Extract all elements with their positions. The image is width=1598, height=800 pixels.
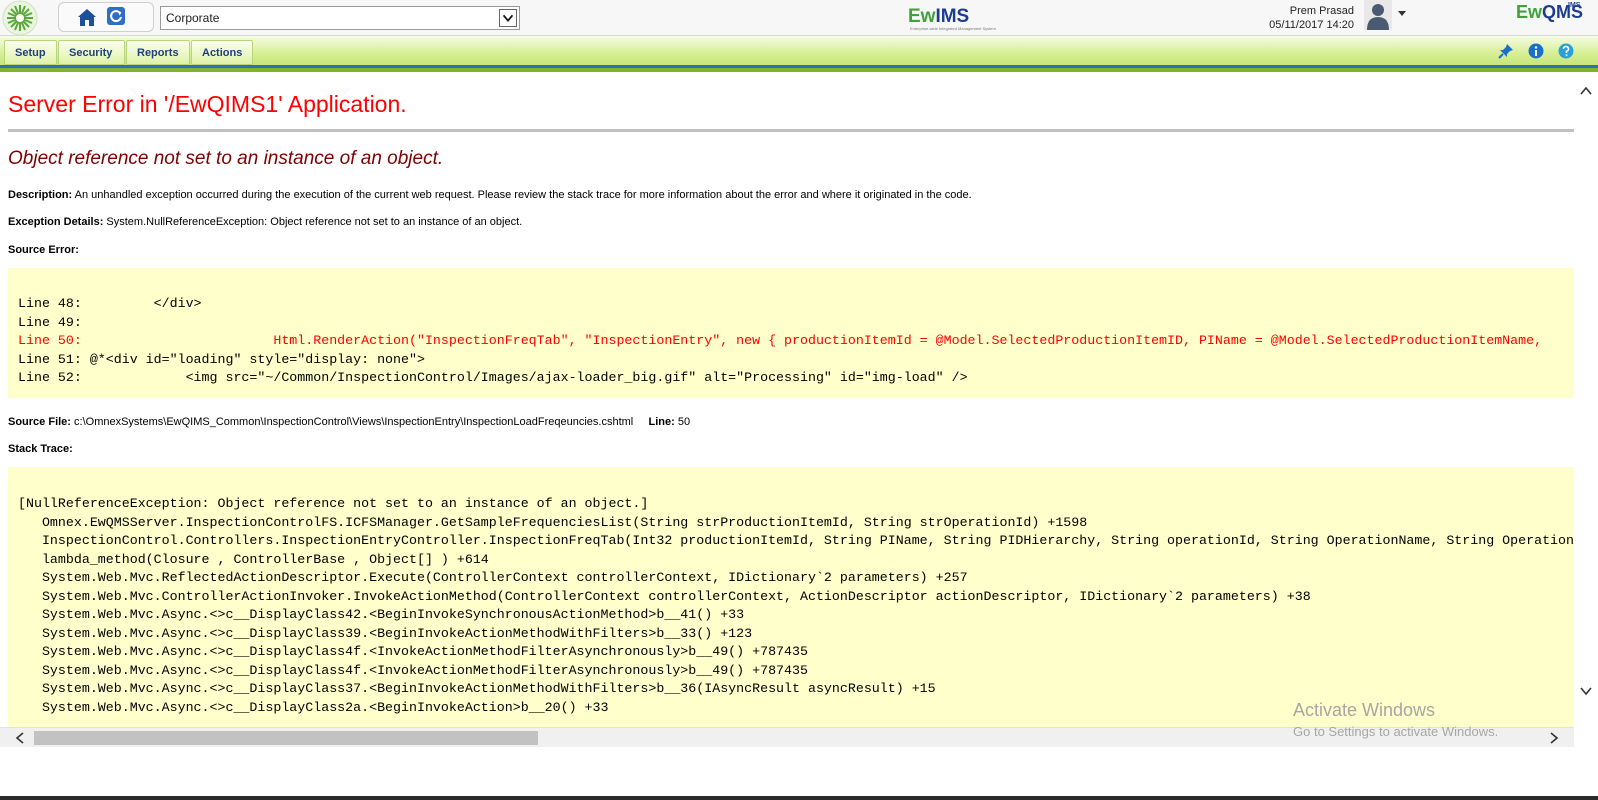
menu-item-security[interactable]: Security xyxy=(58,40,125,65)
line-number: 50 xyxy=(674,416,691,428)
exception-text: System.NullReferenceException: Object re… xyxy=(103,216,523,228)
user-avatar-icon[interactable] xyxy=(1364,0,1392,30)
description-label: Description: xyxy=(8,189,73,201)
menu-item-reports[interactable]: Reports xyxy=(126,40,190,65)
exception-details-line: Exception Details: System.NullReferenceE… xyxy=(8,216,522,228)
description-text: An unhandled exception occurred during t… xyxy=(72,189,972,201)
taskbar-edge xyxy=(0,796,1598,800)
main-menu-bar: Setup Security Reports Actions xyxy=(0,36,1598,72)
home-icon[interactable] xyxy=(76,6,98,28)
top-header: Corporate EwIMS Enterprise-wide Integrat… xyxy=(0,0,1598,36)
scroll-left-icon[interactable] xyxy=(14,732,26,744)
source-line: Line 49: xyxy=(18,314,82,330)
source-line: Line 52: <img src="~/Common/InspectionCo… xyxy=(18,370,968,385)
source-line-error: Line 50: Html.RenderAction("InspectionFr… xyxy=(18,333,1543,348)
chevron-down-icon[interactable] xyxy=(499,9,517,27)
source-line: Line 48: </div> xyxy=(18,296,202,311)
source-error-code-block: Line 48: </div> Line 49: Line 50: Html.R… xyxy=(8,268,1574,398)
stack-line: System.Web.Mvc.Async.<>c__DisplayClass4f… xyxy=(18,644,808,659)
source-line: Line 51: @*<div id="loading" style="disp… xyxy=(18,351,425,367)
stack-line: System.Web.Mvc.ControllerActionInvoker.I… xyxy=(18,588,1311,604)
organization-select-value: Corporate xyxy=(166,11,220,25)
line-label: Line: xyxy=(648,416,675,428)
ewims-logo-tagline: Enterprise-wide Integrated Management Sy… xyxy=(910,26,996,31)
app-logo-icon[interactable] xyxy=(0,0,40,36)
title-divider xyxy=(8,129,1574,132)
refresh-icon[interactable] xyxy=(106,6,126,26)
ewims-logo-ew: Ew xyxy=(908,6,936,27)
stack-line: lambda_method(Closure , ControllerBase ,… xyxy=(18,551,489,567)
error-title: Server Error in '/EwQIMS1' Application. xyxy=(8,91,407,117)
stack-line: System.Web.Mvc.Async.<>c__DisplayClass37… xyxy=(18,681,936,696)
help-icon[interactable] xyxy=(1558,43,1574,59)
stack-line: System.Web.Mvc.Async.<>c__DisplayClass4f… xyxy=(18,662,808,678)
source-file-line: Source File: c:\OmnexSystems\EwQIMS_Comm… xyxy=(8,416,690,428)
source-file-path: c:\OmnexSystems\EwQIMS_Common\Inspection… xyxy=(70,416,634,428)
menu-item-actions[interactable]: Actions xyxy=(191,40,253,65)
menu-accent-line xyxy=(0,68,1598,72)
error-page-frame: Server Error in '/EwQIMS1' Application. … xyxy=(0,75,1598,800)
stack-line: [NullReferenceException: Object referenc… xyxy=(18,496,649,511)
current-datetime: 05/11/2017 14:20 xyxy=(1269,19,1354,31)
watermark-line-1: Activate Windows xyxy=(1293,700,1436,720)
ewims-logo: EwIMS Enterprise-wide Integrated Managem… xyxy=(908,6,996,31)
ewqims-logo: EwQMS IMS xyxy=(1516,2,1583,23)
stack-line: System.Web.Mvc.Async.<>c__DisplayClass39… xyxy=(18,625,753,641)
source-file-label: Source File: xyxy=(8,416,71,428)
source-error-label: Source Error: xyxy=(8,244,79,256)
user-name: Prem Prasad xyxy=(1289,5,1354,17)
vertical-scrollbar[interactable] xyxy=(1574,75,1598,727)
scroll-up-icon[interactable] xyxy=(1580,85,1592,97)
stack-trace-label: Stack Trace: xyxy=(8,443,73,455)
stack-line: Omnex.EwQMSServer.InspectionControlFS.IC… xyxy=(18,514,1088,530)
stack-line: InspectionControl.Controllers.Inspection… xyxy=(18,533,1574,548)
horizontal-scroll-thumb[interactable] xyxy=(34,731,538,745)
error-subtitle: Object reference not set to an instance … xyxy=(8,148,444,169)
description-line: Description: An unhandled exception occu… xyxy=(8,189,972,201)
menu-item-setup[interactable]: Setup xyxy=(4,40,57,65)
stack-line: System.Web.Mvc.Async.<>c__DisplayClass42… xyxy=(18,607,745,622)
ewqims-logo-ims: IMS xyxy=(1568,2,1581,9)
scroll-right-icon[interactable] xyxy=(1548,732,1560,744)
exception-label: Exception Details: xyxy=(8,216,104,228)
user-menu-caret-icon[interactable] xyxy=(1397,10,1407,18)
info-icon[interactable] xyxy=(1528,43,1544,59)
scroll-down-icon[interactable] xyxy=(1580,685,1592,697)
ewqims-logo-ew: Ew xyxy=(1516,2,1543,22)
ewims-logo-ims: IMS xyxy=(935,6,970,27)
stack-trace-code-block: [NullReferenceException: Object referenc… xyxy=(8,467,1574,727)
watermark-line-2: Go to Settings to activate Windows. xyxy=(1293,724,1499,739)
stack-line: System.Web.Mvc.ReflectedActionDescriptor… xyxy=(18,570,968,585)
organization-select[interactable]: Corporate xyxy=(160,6,520,30)
pin-icon[interactable] xyxy=(1498,43,1514,59)
activate-windows-watermark: Activate Windows Go to Settings to activ… xyxy=(1293,700,1498,739)
error-page-content: Server Error in '/EwQIMS1' Application. … xyxy=(0,75,1574,727)
